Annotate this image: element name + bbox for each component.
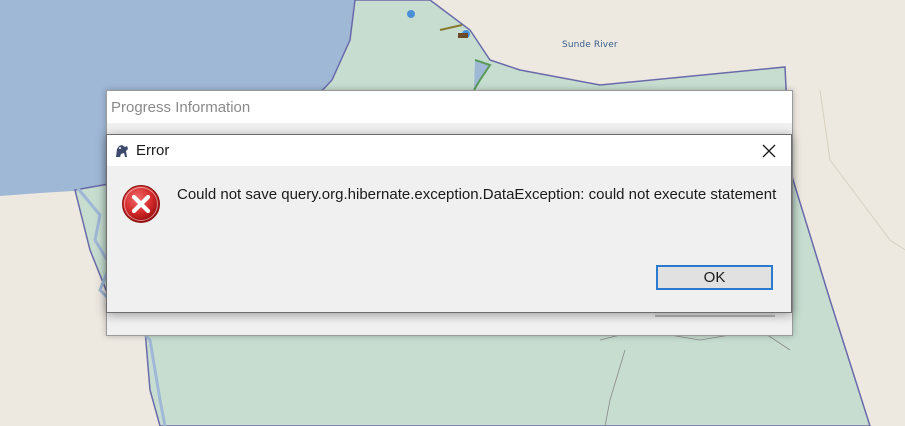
close-button[interactable] <box>747 135 791 166</box>
error-message: Could not save query.org.hibernate.excep… <box>177 186 777 203</box>
error-titlebar[interactable]: Error <box>107 135 791 166</box>
error-x-icon <box>122 185 160 223</box>
map-river-label: Sunde River <box>562 40 618 50</box>
error-dialog-title: Error <box>136 142 170 159</box>
progress-dialog-title: Progress Information <box>111 98 251 116</box>
ok-button[interactable]: OK <box>656 265 773 290</box>
close-icon <box>762 144 776 157</box>
progress-titlebar: Progress Information <box>107 91 792 123</box>
app-logo-icon <box>116 144 128 157</box>
error-dialog: Error Could not save query.org.hibernate… <box>106 134 792 313</box>
